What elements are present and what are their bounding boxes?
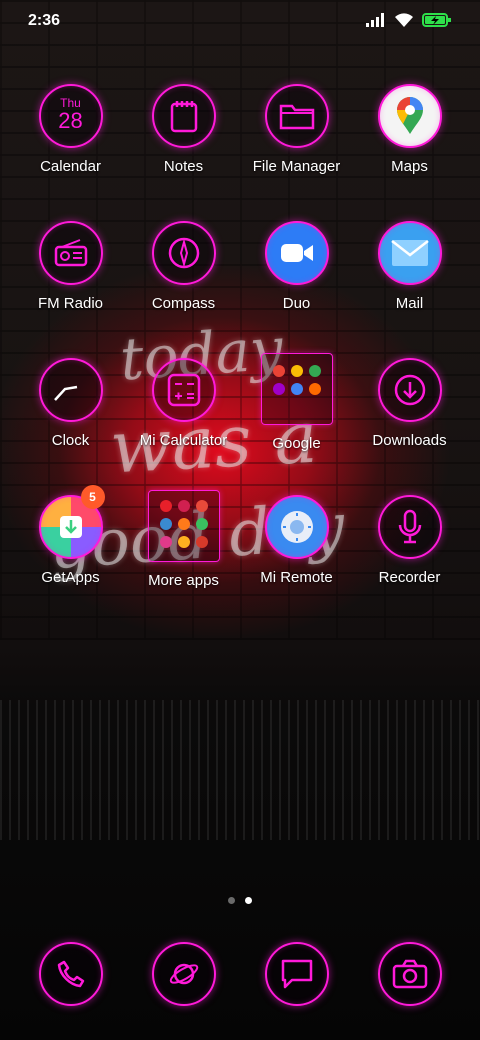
folder-google-icon <box>260 353 333 425</box>
app-getapps[interactable]: 5 GetApps <box>14 485 127 586</box>
folder-icon <box>264 84 329 148</box>
page-dot-2-active[interactable] <box>245 897 252 904</box>
calendar-date: 28 <box>58 108 83 133</box>
app-compass[interactable]: Compass <box>127 221 240 312</box>
status-icons <box>366 12 452 28</box>
drive-icon <box>290 365 303 377</box>
wps-icon <box>159 500 172 512</box>
app-label: Compass <box>151 295 216 312</box>
calculator-icon <box>151 358 216 422</box>
feedback-icon <box>195 536 208 548</box>
app-label: More apps <box>148 572 219 589</box>
notes-icon <box>151 84 216 148</box>
message-icon[interactable] <box>265 942 329 1006</box>
page-indicator <box>0 897 480 904</box>
status-bar: 2:36 <box>0 0 480 44</box>
video-camera-icon <box>264 221 329 285</box>
signal-icon <box>366 13 384 27</box>
getapps-icon: 5 <box>38 485 105 559</box>
page-dot-1[interactable] <box>228 897 235 904</box>
app-maps[interactable]: Maps <box>353 84 466 175</box>
app-duo[interactable]: Duo <box>240 221 353 312</box>
wifi-icon <box>395 13 413 27</box>
app-label: Maps <box>391 158 428 175</box>
app-file-manager[interactable]: File Manager <box>240 84 353 175</box>
dock <box>0 942 480 1012</box>
app-label: Duo <box>282 295 311 312</box>
app-downloads[interactable]: Downloads <box>353 358 466 449</box>
remote-icon <box>264 495 329 559</box>
download-icon <box>377 358 442 422</box>
mi-video-icon <box>195 518 208 530</box>
fence-texture <box>0 700 480 840</box>
app-notes[interactable]: Notes <box>127 84 240 175</box>
app-google-folder[interactable]: Google <box>240 353 353 452</box>
app-mi-calculator[interactable]: Mi Calculator <box>127 358 240 449</box>
mail-icon <box>377 221 442 285</box>
battery-charging-icon <box>422 13 451 27</box>
chrome-icon <box>290 383 303 395</box>
app-label: Recorder <box>378 569 441 586</box>
photos-icon <box>308 365 321 377</box>
security-icon <box>195 500 208 512</box>
mi-icon <box>308 383 321 395</box>
status-time: 2:36 <box>28 12 61 29</box>
app-recorder[interactable]: Recorder <box>353 495 466 586</box>
music-icon <box>159 536 172 548</box>
themes-icon <box>177 536 190 548</box>
app-mi-remote[interactable]: Mi Remote <box>240 495 353 586</box>
phone-icon[interactable] <box>39 942 103 1006</box>
google-icon <box>272 365 285 377</box>
app-label: Notes <box>163 158 204 175</box>
maps-icon <box>377 84 442 148</box>
clock-icon <box>38 358 103 422</box>
app-label: GetApps <box>41 569 100 586</box>
app-label: Clock <box>51 432 90 449</box>
notification-badge: 5 <box>80 485 105 509</box>
app-label: FM Radio <box>37 295 104 312</box>
games-icon <box>177 500 190 512</box>
app-mail[interactable]: Mail <box>353 221 466 312</box>
folder-more-apps-icon <box>147 490 220 562</box>
app-calendar[interactable]: Thu 28 Calendar <box>14 84 127 175</box>
app-label: Downloads <box>372 432 447 449</box>
app-label: Calendar <box>40 158 101 175</box>
app-clock[interactable]: Clock <box>14 358 127 449</box>
app-more-apps-folder[interactable]: More apps <box>127 490 240 589</box>
app-label: Mi Remote <box>260 569 333 586</box>
app-label: Mail <box>395 295 424 312</box>
podcasts-icon <box>272 383 285 395</box>
calendar-icon: Thu 28 <box>38 84 103 148</box>
planet-icon[interactable] <box>152 942 216 1006</box>
cleaner-icon <box>177 518 190 530</box>
android-icon <box>159 518 172 530</box>
app-label: Mi Calculator <box>139 432 228 449</box>
camera-icon[interactable] <box>378 942 442 1006</box>
app-label: Google <box>272 435 321 452</box>
compass-icon <box>151 221 216 285</box>
app-label: File Manager <box>252 158 341 175</box>
radio-icon <box>38 221 103 285</box>
app-fm-radio[interactable]: FM Radio <box>14 221 127 312</box>
microphone-icon <box>377 495 442 559</box>
